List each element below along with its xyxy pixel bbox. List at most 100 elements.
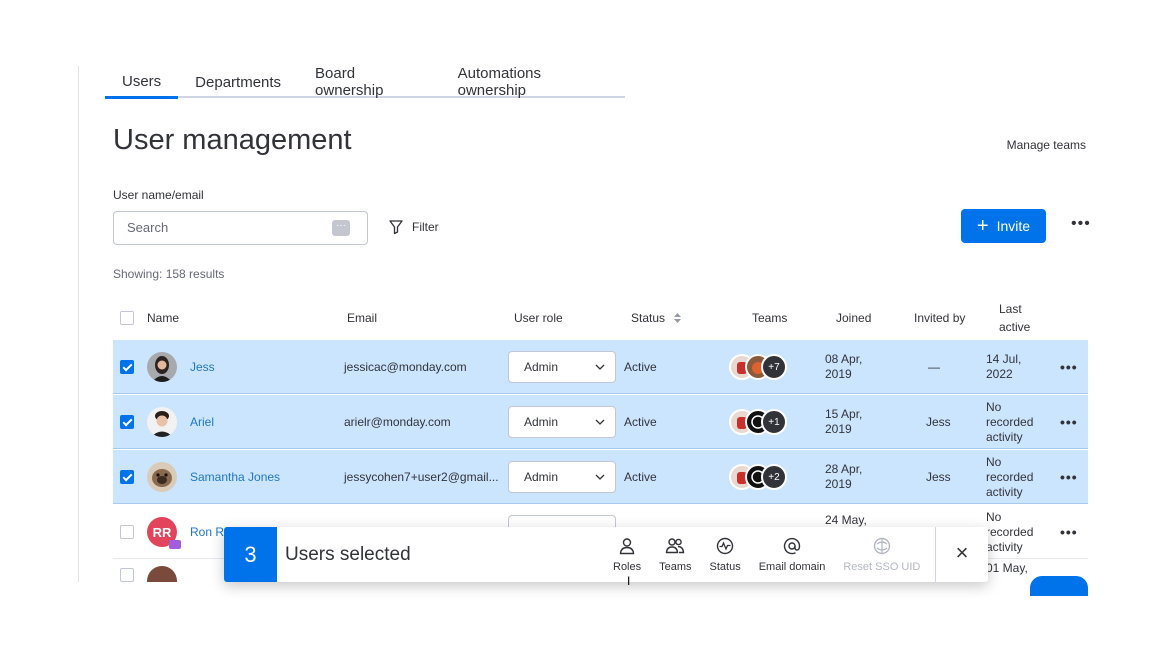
team-count-badge: +7 bbox=[761, 354, 787, 380]
role-dropdown[interactable]: Admin bbox=[508, 461, 616, 493]
row-more-button[interactable]: ••• bbox=[1060, 505, 1078, 559]
joined-date-line: 2019 bbox=[825, 367, 852, 381]
header-joined: Joined bbox=[836, 311, 872, 325]
avatar bbox=[147, 407, 177, 437]
last-active: No recorded activity bbox=[986, 505, 1033, 559]
people-icon bbox=[666, 537, 685, 553]
user-name-link[interactable]: Samantha Jones bbox=[190, 470, 280, 484]
avatar: RR bbox=[147, 517, 181, 549]
search-input[interactable] bbox=[127, 212, 327, 242]
page-title: User management bbox=[113, 124, 352, 156]
reset-sso-uid-action-button[interactable]: Reset SSO UID bbox=[834, 527, 929, 582]
email-domain-action-label: Email domain bbox=[758, 560, 826, 573]
user-email: arielr@monday.com bbox=[344, 415, 451, 429]
reset-sso-uid-action-label: Reset SSO UID bbox=[843, 560, 921, 573]
last-active-line: No bbox=[986, 509, 1002, 524]
row-more-button[interactable]: ••• bbox=[1060, 395, 1078, 449]
avatar bbox=[147, 566, 177, 582]
table-row[interactable]: Ariel arielr@monday.com Admin Active +1 … bbox=[113, 395, 1088, 449]
user-name-link[interactable]: Ariel bbox=[190, 415, 214, 429]
manage-teams-link[interactable]: Manage teams bbox=[1007, 138, 1086, 152]
email-domain-action-button[interactable]: Email domain bbox=[750, 527, 835, 582]
teams-action-label: Teams bbox=[659, 560, 692, 573]
sort-icon[interactable] bbox=[673, 312, 682, 324]
row-checkbox[interactable] bbox=[120, 360, 134, 374]
teams-action-button[interactable]: Teams bbox=[650, 527, 700, 582]
joined-date-line: 15 Apr, bbox=[825, 407, 863, 421]
more-options-button[interactable]: ••• bbox=[1071, 215, 1091, 233]
role-dropdown[interactable]: Admin bbox=[508, 406, 616, 438]
filter-icon bbox=[389, 220, 403, 235]
last-active-line: recorded bbox=[986, 414, 1034, 429]
app-window: Users Departments Board ownership Automa… bbox=[78, 66, 1100, 582]
last-active: No recorded activity bbox=[986, 395, 1033, 449]
selected-label: Users selected bbox=[285, 543, 411, 565]
header-teams: Teams bbox=[752, 311, 788, 325]
text-cursor-icon: I bbox=[627, 574, 631, 588]
status-action-button[interactable]: Status bbox=[701, 527, 750, 582]
team-avatars[interactable]: +2 bbox=[729, 464, 799, 490]
joined-date: 08 Apr, 2019 bbox=[825, 340, 862, 394]
team-count-badge: +2 bbox=[761, 464, 787, 490]
role-dropdown[interactable] bbox=[508, 515, 616, 527]
invite-button[interactable]: + Invite bbox=[961, 209, 1046, 243]
table-row[interactable]: Jess jessicac@monday.com Admin Active +7… bbox=[113, 340, 1088, 394]
last-active-line: activity bbox=[986, 484, 1023, 499]
divider bbox=[935, 527, 936, 582]
row-checkbox[interactable] bbox=[120, 525, 134, 539]
filter-button[interactable]: Filter bbox=[388, 219, 439, 235]
floating-help-button[interactable] bbox=[1030, 576, 1088, 596]
roles-action-label: Roles bbox=[613, 560, 642, 573]
joined-date: 15 Apr, 2019 bbox=[825, 395, 862, 449]
plus-icon: + bbox=[976, 215, 989, 237]
screen: Users Departments Board ownership Automa… bbox=[0, 0, 1152, 648]
select-all-checkbox[interactable] bbox=[120, 311, 134, 325]
joined-date-line: 2019 bbox=[825, 422, 852, 436]
user-name-link[interactable]: Jess bbox=[190, 360, 215, 374]
row-checkbox[interactable] bbox=[120, 470, 134, 484]
last-active-line: recorded bbox=[986, 524, 1034, 539]
last-active-line: 14 Jul, bbox=[986, 352, 1022, 366]
user-email: jessycohen7+user2@gmail... bbox=[344, 470, 499, 484]
last-active-line: activity bbox=[986, 429, 1023, 444]
header-user-role: User role bbox=[514, 311, 563, 325]
status-text: Active bbox=[624, 360, 657, 374]
row-more-button[interactable]: ••• bbox=[1060, 340, 1078, 394]
invited-by: Jess bbox=[926, 470, 951, 484]
last-active-line: No bbox=[986, 399, 1002, 414]
avatar bbox=[147, 352, 177, 382]
row-checkbox[interactable] bbox=[120, 415, 134, 429]
table-row[interactable]: Samantha Jones jessycohen7+user2@gmail..… bbox=[113, 450, 1088, 504]
invited-by: — bbox=[928, 360, 940, 374]
last-active-line: 2022 bbox=[986, 367, 1013, 381]
close-icon[interactable]: × bbox=[952, 541, 972, 565]
search-label: User name/email bbox=[113, 188, 204, 202]
team-avatars[interactable]: +7 bbox=[729, 354, 799, 380]
header-last-active-line2: active bbox=[999, 320, 1031, 334]
row-checkbox[interactable] bbox=[120, 568, 134, 582]
tab-departments[interactable]: Departments bbox=[178, 66, 298, 98]
row-more-button[interactable]: ••• bbox=[1060, 450, 1078, 504]
bulk-action-bar: 3 Users selected Roles Teams Status Emai… bbox=[224, 527, 988, 582]
role-value: Admin bbox=[524, 415, 559, 429]
team-avatars[interactable]: +1 bbox=[729, 409, 799, 435]
last-active: 01 May, bbox=[986, 561, 1028, 575]
role-dropdown[interactable]: Admin bbox=[508, 351, 616, 383]
header-status[interactable]: Status bbox=[631, 296, 682, 340]
last-active-line: No bbox=[986, 454, 1002, 469]
last-active-line: recorded bbox=[986, 469, 1034, 484]
keyboard-icon[interactable]: ··· bbox=[332, 220, 350, 236]
invite-label: Invite bbox=[996, 218, 1031, 234]
tab-automations-ownership[interactable]: Automations ownership bbox=[441, 66, 625, 99]
tab-board-ownership[interactable]: Board ownership bbox=[298, 66, 441, 99]
header-last-active: Last active bbox=[999, 296, 1030, 340]
header-status-label: Status bbox=[631, 311, 666, 325]
joined-date-line: 28 Apr, bbox=[825, 462, 863, 476]
avatar-initials: RR bbox=[152, 524, 172, 540]
user-email: jessicac@monday.com bbox=[344, 360, 467, 374]
chevron-down-icon bbox=[595, 474, 605, 480]
team-count-badge: +1 bbox=[761, 409, 787, 435]
tab-users[interactable]: Users bbox=[105, 66, 179, 99]
joined-date-line: 08 Apr, bbox=[825, 352, 863, 366]
header-invited-by: Invited by bbox=[914, 311, 966, 325]
